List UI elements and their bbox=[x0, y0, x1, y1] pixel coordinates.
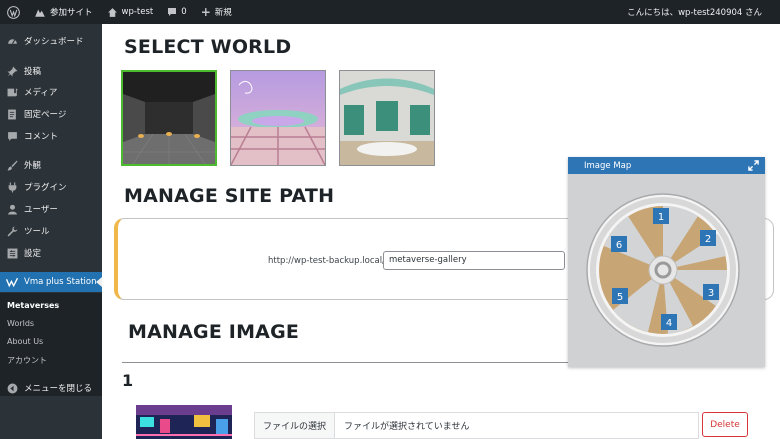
map-marker-4[interactable]: 4 bbox=[661, 314, 677, 330]
menu-label: ツール bbox=[24, 227, 50, 237]
image-index: 1 bbox=[122, 371, 134, 390]
image-map-canvas: 1 2 3 4 5 6 bbox=[568, 174, 765, 367]
my-sites-label: 参加サイト bbox=[50, 8, 93, 18]
select-world-heading: SELECT WORLD bbox=[124, 36, 292, 58]
new-content-menu[interactable]: + 新規 bbox=[194, 0, 239, 24]
world-option-gallery[interactable] bbox=[339, 70, 435, 166]
svg-text:1: 1 bbox=[658, 212, 664, 223]
menu-label: ダッシュボード bbox=[24, 37, 84, 47]
site-name: wp-test bbox=[121, 7, 154, 17]
menu-plugins[interactable]: プラグイン bbox=[0, 177, 102, 197]
expand-icon[interactable] bbox=[748, 160, 759, 171]
world-thumbnail-dark bbox=[123, 72, 215, 164]
map-marker-3[interactable]: 3 bbox=[703, 284, 719, 300]
collapse-icon bbox=[6, 382, 18, 394]
svg-text:2: 2 bbox=[705, 234, 711, 245]
pin-icon bbox=[6, 65, 18, 77]
menu-tools[interactable]: ツール bbox=[0, 221, 102, 241]
site-home-link[interactable]: wp-test bbox=[100, 0, 161, 24]
greeting-text: こんにちは、wp-test240904 さん bbox=[627, 8, 762, 18]
menu-dashboard[interactable]: ダッシュボード bbox=[0, 31, 102, 51]
file-upload-field: ファイルの選択 ファイルが選択されていません bbox=[254, 412, 699, 439]
image-map-title: Image Map bbox=[584, 160, 632, 171]
admin-sidebar: ダッシュボード 投稿 メディア 固定ページ コメント 外観 プラグイン ユーザー… bbox=[0, 24, 102, 439]
submenu-worlds[interactable]: Worlds bbox=[7, 319, 34, 328]
site-path-input[interactable]: metaverse-gallery bbox=[383, 251, 565, 270]
submenu-metaverses[interactable]: Metaverses bbox=[7, 301, 59, 310]
image-map-header[interactable]: Image Map bbox=[568, 157, 765, 174]
collapse-label: メニューを閉じる bbox=[24, 384, 93, 394]
world-thumbnail-gallery bbox=[340, 71, 434, 165]
admin-bar: 参加サイト wp-test 0 + 新規 こんにちは、wp-test240904… bbox=[0, 0, 780, 24]
plugin-icon bbox=[6, 181, 18, 193]
dashboard-icon bbox=[6, 35, 18, 47]
user-icon bbox=[6, 203, 18, 215]
submenu-account[interactable]: アカウント bbox=[7, 355, 47, 366]
comment-icon bbox=[6, 130, 18, 142]
preview-thumbnail bbox=[136, 405, 232, 439]
comments-link[interactable]: 0 bbox=[160, 0, 193, 24]
wordpress-logo[interactable] bbox=[0, 0, 27, 24]
file-status-text: ファイルが選択されていません bbox=[344, 422, 470, 432]
menu-label: Vma plus Station bbox=[24, 277, 97, 287]
choose-file-button[interactable]: ファイルの選択 bbox=[255, 413, 336, 438]
settings-icon bbox=[6, 247, 18, 259]
wordpress-icon bbox=[7, 5, 20, 19]
my-sites-menu[interactable]: 参加サイト bbox=[27, 0, 100, 24]
comment-bubble-icon bbox=[168, 8, 177, 16]
menu-appearance[interactable]: 外観 bbox=[0, 155, 102, 175]
menu-label: コメント bbox=[24, 132, 59, 142]
menu-settings[interactable]: 設定 bbox=[0, 243, 102, 263]
menu-label: プラグイン bbox=[24, 183, 67, 193]
home-icon bbox=[107, 7, 117, 17]
map-marker-1[interactable]: 1 bbox=[653, 208, 669, 224]
menu-users[interactable]: ユーザー bbox=[0, 199, 102, 219]
brush-icon bbox=[6, 159, 18, 171]
menu-label: ユーザー bbox=[24, 205, 58, 215]
svg-text:5: 5 bbox=[617, 292, 623, 303]
map-marker-5[interactable]: 5 bbox=[612, 288, 628, 304]
menu-pages[interactable]: 固定ページ bbox=[0, 104, 102, 124]
plus-icon: + bbox=[200, 5, 211, 19]
image-map-panel: Image Map 1 2 3 4 5 6 bbox=[568, 157, 765, 367]
menu-label: 固定ページ bbox=[24, 110, 67, 120]
world-option-dark-hall[interactable] bbox=[121, 70, 217, 166]
manage-site-path-heading: MANAGE SITE PATH bbox=[124, 185, 335, 207]
submenu-about-us[interactable]: About Us bbox=[7, 337, 43, 346]
wrench-icon bbox=[6, 225, 18, 237]
comments-count: 0 bbox=[181, 7, 187, 17]
world-option-pastel-sky[interactable] bbox=[230, 70, 326, 166]
vma-icon bbox=[6, 276, 18, 288]
account-menu[interactable]: こんにちは、wp-test240904 さん bbox=[620, 0, 780, 24]
menu-label: 投稿 bbox=[24, 67, 42, 77]
manage-image-heading: MANAGE IMAGE bbox=[128, 321, 300, 343]
menu-vma-plus-station[interactable]: Vma plus Station bbox=[0, 272, 102, 292]
menu-posts[interactable]: 投稿 bbox=[0, 61, 102, 81]
svg-text:4: 4 bbox=[666, 318, 672, 329]
delete-button[interactable]: Delete bbox=[702, 412, 748, 437]
sites-icon bbox=[35, 9, 45, 17]
menu-comments[interactable]: コメント bbox=[0, 126, 102, 146]
path-prefix-text: http://wp-test-backup.local/ bbox=[268, 256, 385, 266]
map-marker-2[interactable]: 2 bbox=[700, 230, 716, 246]
world-thumbnail-pastel bbox=[231, 71, 325, 165]
menu-label: 設定 bbox=[24, 249, 42, 259]
svg-text:3: 3 bbox=[708, 288, 714, 299]
new-label: 新規 bbox=[214, 8, 232, 18]
svg-text:6: 6 bbox=[616, 240, 622, 251]
menu-label: 外観 bbox=[24, 161, 42, 171]
map-marker-6[interactable]: 6 bbox=[611, 236, 627, 252]
image-preview bbox=[136, 405, 232, 439]
media-icon bbox=[6, 86, 18, 98]
menu-label: メディア bbox=[24, 88, 58, 98]
collapse-menu-button[interactable]: メニューを閉じる bbox=[0, 378, 102, 398]
page-icon bbox=[6, 108, 18, 120]
menu-media[interactable]: メディア bbox=[0, 82, 102, 102]
